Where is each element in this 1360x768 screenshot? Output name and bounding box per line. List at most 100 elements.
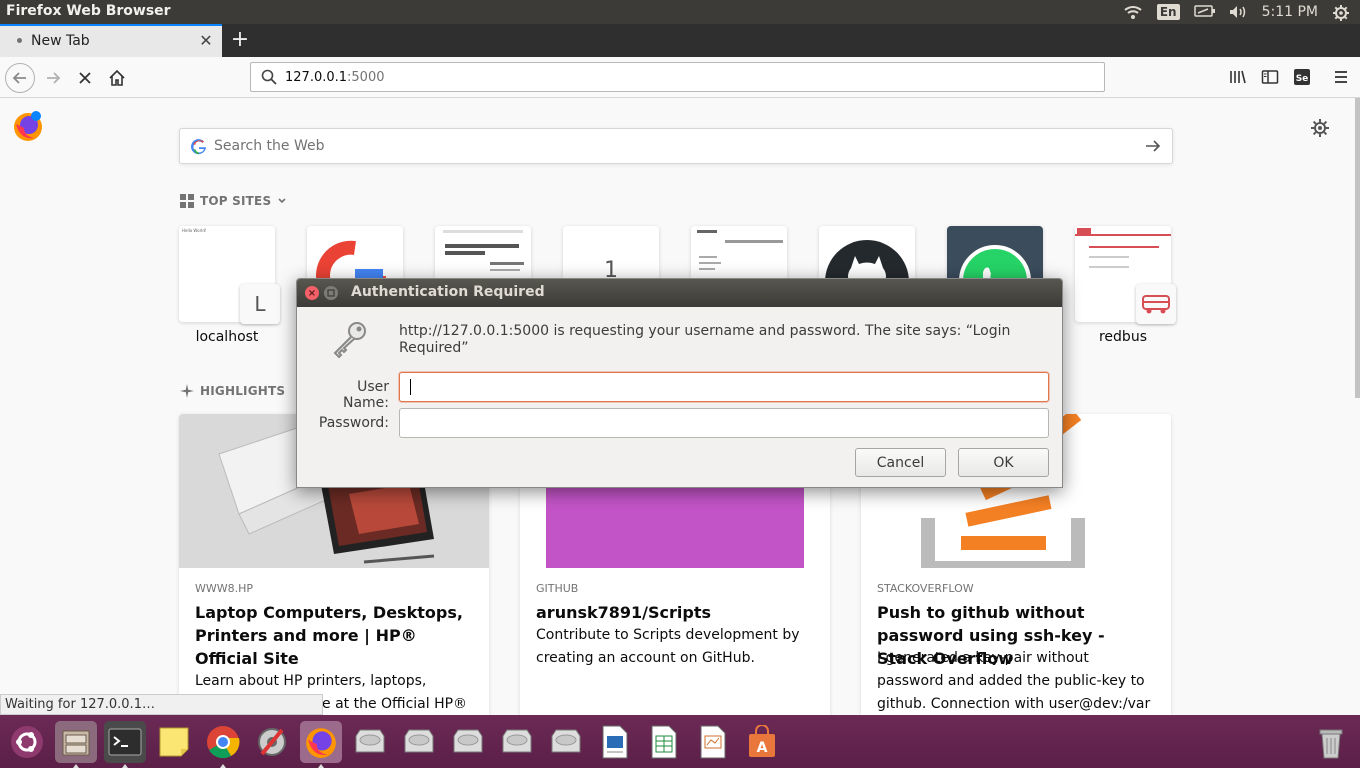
top-panel: Firefox Web Browser En 5:11 PM xyxy=(0,0,1360,24)
stop-button[interactable] xyxy=(70,63,100,93)
ok-button[interactable]: OK xyxy=(958,448,1049,477)
library-button[interactable] xyxy=(1228,67,1248,87)
chrome-logo-icon xyxy=(207,726,240,759)
software-center-launcher[interactable]: A xyxy=(741,721,783,763)
page-scrollbar[interactable] xyxy=(1355,98,1360,398)
hard-drive-icon xyxy=(453,729,483,753)
cancel-button[interactable]: Cancel xyxy=(855,448,946,477)
trash-icon xyxy=(1319,729,1343,759)
clock[interactable]: 5:11 PM xyxy=(1262,4,1318,20)
search-placeholder: Search the Web xyxy=(214,138,325,154)
chrome-launcher[interactable] xyxy=(202,721,244,768)
drive-launcher-5[interactable] xyxy=(545,721,587,763)
presentation-icon xyxy=(700,725,726,759)
dialog-titlebar[interactable]: × Authentication Required xyxy=(297,279,1062,307)
dialog-title: Authentication Required xyxy=(351,284,545,300)
library-icon xyxy=(1230,70,1246,84)
sidebar-button[interactable] xyxy=(1260,67,1280,87)
url-text: 127.0.0.1:5000 xyxy=(285,70,385,85)
svg-text:Se: Se xyxy=(1296,74,1309,84)
dialog-message: http://127.0.0.1:5000 is requesting your… xyxy=(399,323,1011,356)
new-tab-button[interactable]: + xyxy=(230,27,250,52)
sidebar-icon xyxy=(1261,70,1279,84)
sticky-note-icon xyxy=(159,727,189,757)
stop-x-icon xyxy=(79,72,91,84)
password-label: Password: xyxy=(318,415,389,431)
system-gear-icon[interactable] xyxy=(1332,4,1352,21)
selenium-icon: Se xyxy=(1294,69,1310,85)
url-bar[interactable]: 127.0.0.1:5000 xyxy=(250,62,1105,92)
highlight-source: GITHUB xyxy=(536,582,579,595)
terminal-launcher[interactable] xyxy=(104,721,146,768)
authentication-dialog: × Authentication Required http://127.0.0… xyxy=(296,278,1063,488)
search-submit-arrow-icon[interactable] xyxy=(1144,137,1162,155)
back-button[interactable] xyxy=(5,63,35,93)
dialog-close-icon[interactable]: × xyxy=(305,286,319,300)
settings-gear-icon[interactable] xyxy=(1310,118,1330,138)
username-input[interactable] xyxy=(399,372,1049,402)
highlight-description: I generated a key-pair without password … xyxy=(877,650,1151,712)
hard-drive-icon xyxy=(404,729,434,753)
trash-launcher[interactable] xyxy=(1310,721,1352,763)
terminal-icon xyxy=(108,728,142,756)
calc-launcher[interactable] xyxy=(643,721,685,763)
url-port: :5000 xyxy=(347,70,385,85)
keyboard-language-indicator[interactable]: En xyxy=(1156,4,1180,20)
search-icon xyxy=(261,69,277,85)
drive-launcher-4[interactable] xyxy=(496,721,538,763)
volume-icon[interactable] xyxy=(1228,4,1248,20)
files-launcher[interactable] xyxy=(55,721,97,768)
forward-button[interactable] xyxy=(38,63,68,93)
drive-launcher-3[interactable] xyxy=(447,721,489,763)
highlights-header[interactable]: HIGHLIGHTS xyxy=(180,384,285,398)
dialog-maximize-icon[interactable] xyxy=(324,286,338,300)
hamburger-menu-icon xyxy=(1335,71,1347,83)
firefox-logo-icon xyxy=(306,728,336,758)
dash-home-button[interactable] xyxy=(6,721,48,763)
selenium-ide-button[interactable]: Se xyxy=(1292,67,1312,87)
impress-launcher[interactable] xyxy=(692,721,734,763)
firefox-logo-icon xyxy=(14,111,42,141)
hamburger-menu-button[interactable] xyxy=(1331,67,1351,87)
tab-new-tab[interactable]: New Tab ✕ xyxy=(0,24,222,57)
highlight-source: WWW8.HP xyxy=(195,582,254,595)
drive-launcher-2[interactable] xyxy=(398,721,440,763)
top-site-label[interactable]: localhost xyxy=(179,329,275,345)
highlight-title[interactable]: arunsk7891/Scripts xyxy=(536,601,818,624)
password-input[interactable] xyxy=(399,408,1049,438)
firefox-launcher[interactable] xyxy=(300,721,342,768)
highlight-description: Contribute to Scripts development by cre… xyxy=(536,627,800,666)
tab-title: New Tab xyxy=(31,33,90,49)
app-title: Firefox Web Browser xyxy=(6,3,171,19)
system-settings-launcher[interactable] xyxy=(251,721,293,763)
hard-drive-icon xyxy=(551,729,581,753)
text-caret xyxy=(410,379,411,395)
chevron-down-icon xyxy=(278,198,286,204)
tab-close-icon[interactable]: ✕ xyxy=(198,31,214,50)
home-icon xyxy=(109,69,125,86)
wifi-icon[interactable] xyxy=(1123,4,1143,20)
forward-arrow-icon xyxy=(47,72,61,84)
document-writer-icon xyxy=(602,725,628,759)
battery-icon[interactable] xyxy=(1193,4,1215,20)
url-host: 127.0.0.1 xyxy=(285,70,348,85)
writer-launcher[interactable] xyxy=(594,721,636,763)
top-sites-header[interactable]: TOP SITES xyxy=(180,194,287,208)
web-search-box[interactable]: Search the Web xyxy=(179,128,1173,164)
launcher-dock: A xyxy=(0,715,1360,768)
highlights-sparkle-icon xyxy=(180,384,194,398)
highlight-description-continued: e at the Official HP® xyxy=(322,696,468,712)
top-site-label[interactable]: redbus xyxy=(1075,329,1171,345)
top-site-redbus-badge xyxy=(1136,284,1176,324)
drive-launcher-1[interactable] xyxy=(349,721,391,763)
hard-drive-icon xyxy=(502,729,532,753)
file-cabinet-icon xyxy=(62,730,90,756)
nav-bar: 127.0.0.1:5000 Se xyxy=(0,57,1360,98)
top-sites-title: TOP SITES xyxy=(200,194,272,208)
svg-text:A: A xyxy=(757,740,768,756)
home-button[interactable] xyxy=(102,63,132,93)
notes-launcher[interactable] xyxy=(153,721,195,763)
highlight-title[interactable]: Laptop Computers, Desktops, Printers and… xyxy=(195,601,477,670)
back-arrow-icon xyxy=(12,72,26,84)
top-site-localhost-badge: L xyxy=(240,284,280,324)
